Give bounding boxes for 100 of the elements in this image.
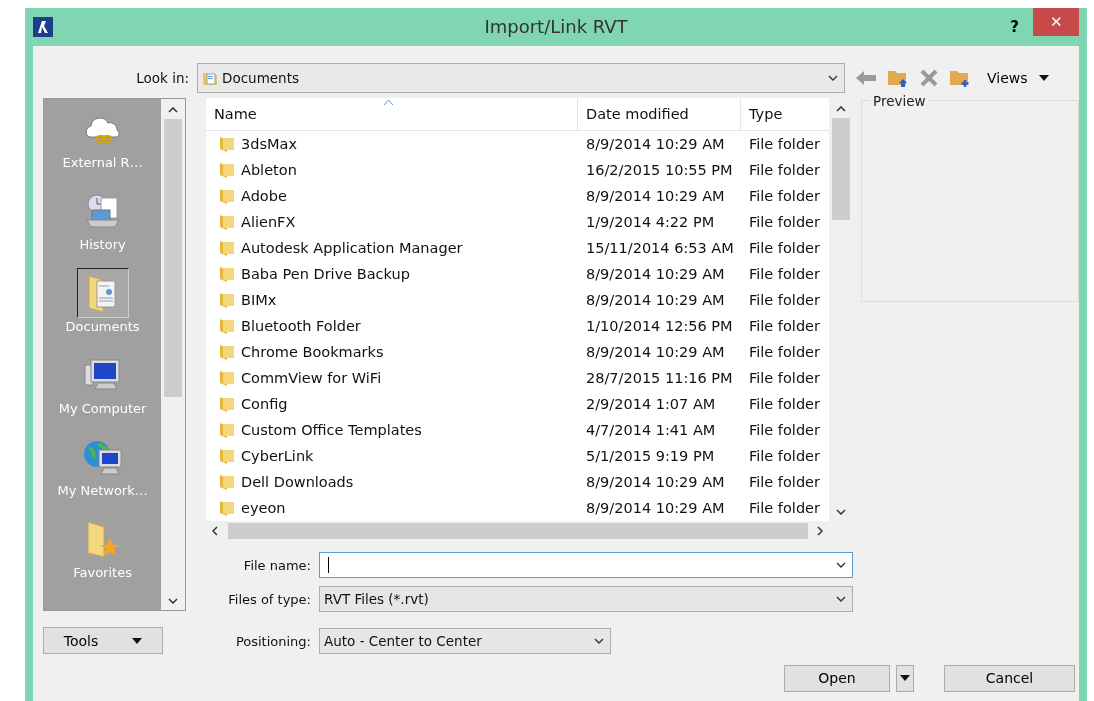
file-name[interactable]: CyberLink xyxy=(241,448,314,464)
app-logo-icon xyxy=(33,17,53,37)
globe-computer-icon xyxy=(82,438,123,476)
file-type-dropdown[interactable]: RVT Files (*.rvt) xyxy=(319,586,853,612)
file-name[interactable]: CommView for WiFi xyxy=(241,370,382,386)
date-cell-text: 28/7/2015 11:16 PM xyxy=(585,370,734,386)
date-cell-text: 5/1/2015 9:19 PM xyxy=(585,448,716,464)
folder-icon xyxy=(218,317,236,335)
place-label: Documents xyxy=(65,318,140,336)
file-name[interactable]: 3dsMax xyxy=(241,136,297,152)
scroll-right-icon[interactable] xyxy=(817,526,823,536)
scrollbar-thumb[interactable] xyxy=(227,523,808,539)
folder-icon xyxy=(218,291,236,309)
chevron-down-icon xyxy=(836,596,846,602)
date-cell-text: 8/9/2014 10:29 AM xyxy=(585,500,726,516)
look-in-value: Documents xyxy=(222,70,300,86)
file-name[interactable]: Ableton xyxy=(241,162,297,178)
documents-folder-icon xyxy=(202,70,218,86)
scrollbar-thumb[interactable] xyxy=(832,118,850,220)
type-cell-text: File folder xyxy=(748,344,821,360)
folder-icon xyxy=(218,369,236,387)
folder-icon xyxy=(218,161,236,179)
window-title: Import/Link RVT xyxy=(483,16,629,37)
file-name[interactable]: Baba Pen Drive Backup xyxy=(241,266,410,282)
type-cell-text: File folder xyxy=(748,448,821,464)
folder-icon xyxy=(218,135,236,153)
type-cell-text: File folder xyxy=(748,162,821,178)
file-name[interactable]: Adobe xyxy=(241,188,287,204)
look-in-dropdown[interactable]: Documents xyxy=(197,63,845,93)
place-label: My Computer xyxy=(58,400,147,418)
folder-icon xyxy=(218,499,236,517)
file-name[interactable]: Bluetooth Folder xyxy=(241,318,361,334)
type-cell-text: File folder xyxy=(748,292,821,308)
column-header[interactable]: Date modified xyxy=(578,98,741,130)
date-cell-text: 1/10/2014 12:56 PM xyxy=(585,318,734,334)
folder-icon xyxy=(218,447,236,465)
place-item[interactable] xyxy=(76,268,129,318)
chevron-down-icon xyxy=(828,75,838,81)
date-cell-text: 8/9/2014 10:29 AM xyxy=(585,344,726,360)
date-cell-text: 2/9/2014 1:07 AM xyxy=(585,396,717,412)
caret-icon xyxy=(132,637,143,644)
folder-icon xyxy=(218,473,236,491)
scroll-down-icon[interactable] xyxy=(168,598,179,604)
file-type-label: Files of type: xyxy=(227,591,311,607)
file-name[interactable]: Custom Office Templates xyxy=(241,422,422,438)
file-name[interactable]: Autodesk Application Manager xyxy=(241,240,463,256)
preview-label: Preview xyxy=(870,93,929,109)
file-name[interactable]: Config xyxy=(241,396,288,412)
place-label: My Network… xyxy=(57,482,148,500)
date-cell-text: 1/9/2014 4:22 PM xyxy=(585,214,716,230)
file-name-field[interactable] xyxy=(319,552,853,578)
type-cell-text: File folder xyxy=(748,474,821,490)
date-cell-text: 8/9/2014 10:29 AM xyxy=(585,188,726,204)
file-name[interactable]: AlienFX xyxy=(241,214,296,230)
column-header[interactable]: Name xyxy=(206,98,578,130)
type-cell-text: File folder xyxy=(748,240,821,256)
type-cell-text: File folder xyxy=(748,136,821,152)
date-cell-text: 8/9/2014 10:29 AM xyxy=(585,474,726,490)
place-label: History xyxy=(79,236,126,254)
file-name[interactable]: eyeon xyxy=(241,500,286,516)
folder-icon xyxy=(218,187,236,205)
cancel-button[interactable]: Cancel xyxy=(944,664,1075,692)
type-cell-text: File folder xyxy=(748,500,821,516)
file-name[interactable]: Dell Downloads xyxy=(241,474,354,490)
date-cell-text: 15/11/2014 6:53 AM xyxy=(585,240,735,256)
chevron-down-icon[interactable] xyxy=(836,562,846,568)
computer-icon xyxy=(82,357,123,393)
date-cell-text: 4/7/2014 1:41 AM xyxy=(585,422,717,438)
file-name[interactable]: BIMx xyxy=(241,292,277,308)
file-name[interactable]: Chrome Bookmarks xyxy=(241,344,384,360)
scroll-up-icon[interactable] xyxy=(836,106,846,112)
positioning-dropdown[interactable]: Auto - Center to Center xyxy=(319,628,611,654)
scroll-down-icon[interactable] xyxy=(836,509,846,515)
open-button[interactable]: Open xyxy=(784,664,890,692)
caret-icon[interactable] xyxy=(1037,74,1050,82)
chevron-down-icon xyxy=(594,638,604,644)
help-button[interactable]: ? xyxy=(1010,18,1019,36)
scrollbar-thumb[interactable] xyxy=(164,119,183,397)
column-header[interactable]: Type xyxy=(741,98,829,130)
file-name-label: File name: xyxy=(242,557,311,573)
type-cell-text: File folder xyxy=(748,214,821,230)
tools-button[interactable]: Tools xyxy=(43,627,163,654)
type-cell-text: File folder xyxy=(748,370,821,386)
folder-icon xyxy=(218,395,236,413)
type-cell-text: File folder xyxy=(748,266,821,282)
scroll-up-icon[interactable] xyxy=(168,107,179,113)
views-menu-button[interactable]: Views xyxy=(987,70,1028,86)
open-options-button[interactable] xyxy=(896,664,914,692)
new-folder-icon[interactable] xyxy=(949,68,971,88)
folder-up-icon[interactable] xyxy=(887,68,909,88)
type-cell-text: File folder xyxy=(748,188,821,204)
scroll-left-icon[interactable] xyxy=(212,526,218,536)
sort-caret-icon xyxy=(384,100,393,105)
caret-icon xyxy=(900,675,910,681)
type-cell-text: File folder xyxy=(748,422,821,438)
date-cell-text: 8/9/2014 10:29 AM xyxy=(585,266,726,282)
folder-icon xyxy=(218,239,236,257)
close-button[interactable]: ✕ xyxy=(1033,8,1079,36)
place-label: External R… xyxy=(62,154,143,172)
folder-icon xyxy=(218,421,236,439)
